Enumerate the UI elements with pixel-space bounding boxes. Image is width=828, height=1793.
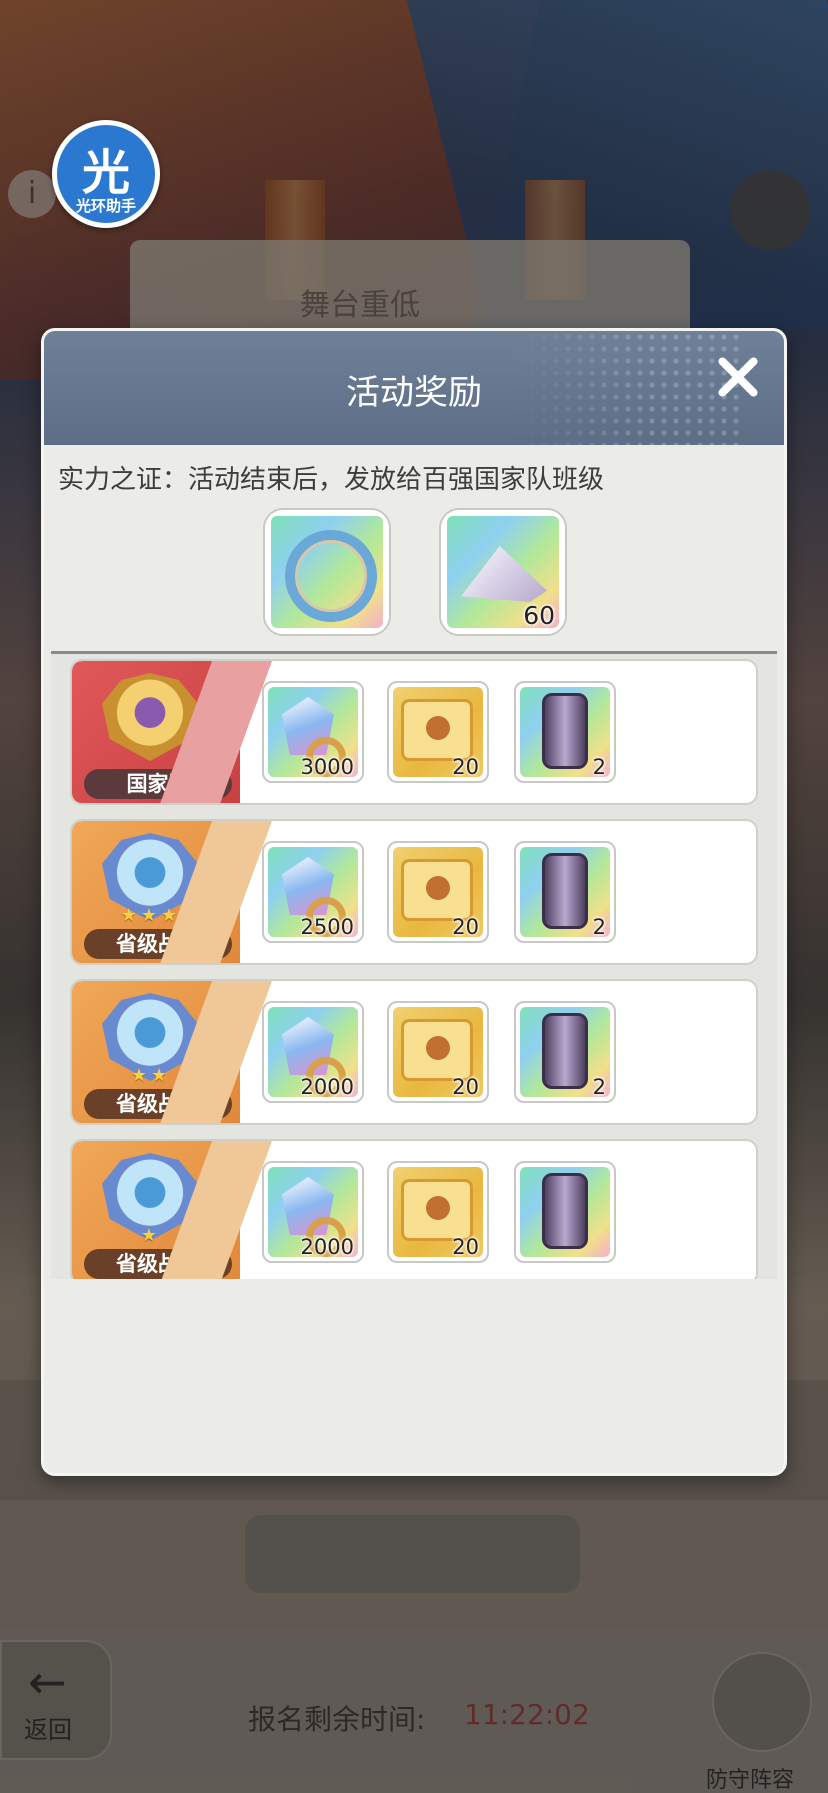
reward-slot[interactable]: 2 <box>514 1001 616 1103</box>
reward-qty: 20 <box>452 1235 479 1257</box>
modal-subtitle: 实力之证：活动结束后，发放给百强国家队班级 <box>58 465 605 495</box>
reward-qty: 2 <box>592 755 606 777</box>
reward-qty: 20 <box>452 915 479 937</box>
reward-slot[interactable] <box>514 1161 616 1263</box>
logo-glyph: 光 <box>81 145 130 201</box>
reward-qty: 3000 <box>300 755 354 777</box>
tier-reward-list[interactable]: 国家队 3000 20 2 ★★★ 省级战队 2500 20 2 ★★ 省级战队… <box>51 651 777 1279</box>
reward-slot[interactable]: 20 <box>387 841 489 943</box>
reward-qty: 20 <box>452 1075 479 1097</box>
logo-text: 光环助手 <box>75 197 136 215</box>
dna-tube-icon: 2 <box>520 847 610 937</box>
reward-slot[interactable]: 2 <box>514 681 616 783</box>
gold-ticket-icon: 20 <box>393 1167 483 1257</box>
reward-slot[interactable]: 2 <box>514 841 616 943</box>
crystal-ring-icon: 2000 <box>268 1167 358 1257</box>
reward-slot[interactable]: 20 <box>387 1161 489 1263</box>
tier-row: ★ 省级战队 2000 20 <box>70 1139 758 1279</box>
reward-slot[interactable]: 20 <box>387 1001 489 1103</box>
reward-qty: 2 <box>592 915 606 937</box>
reward-qty: 60 <box>523 601 555 628</box>
reward-qty: 2000 <box>300 1075 354 1097</box>
modal-title: 活动奖励 <box>346 373 482 413</box>
crystal-ring-icon: 2500 <box>268 847 358 937</box>
dna-tube-icon: 2 <box>520 1007 610 1097</box>
gold-ticket-icon: 20 <box>393 847 483 937</box>
dna-tube-icon <box>520 1167 610 1257</box>
top-reward-frame[interactable] <box>263 508 391 636</box>
close-icon[interactable] <box>710 349 766 405</box>
frame-wreath-icon <box>271 516 383 628</box>
top-reward-powder[interactable]: 60 <box>439 508 567 636</box>
tier-row: ★★ 省级战队 2000 20 2 <box>70 979 758 1125</box>
gold-ticket-icon: 20 <box>393 687 483 777</box>
tier-row: 国家队 3000 20 2 <box>70 659 758 805</box>
reward-slot[interactable]: 2000 <box>262 1161 364 1263</box>
crystal-ring-icon: 3000 <box>268 687 358 777</box>
reward-qty: 2500 <box>300 915 354 937</box>
reward-qty: 20 <box>452 755 479 777</box>
reward-slot[interactable]: 2500 <box>262 841 364 943</box>
gold-ticket-icon: 20 <box>393 1007 483 1097</box>
reward-qty: 2 <box>592 1075 606 1097</box>
reward-slot[interactable]: 20 <box>387 681 489 783</box>
modal-header: 活动奖励 <box>44 331 784 445</box>
app-logo[interactable]: 光 光环助手 <box>52 120 160 228</box>
reward-qty: 2000 <box>300 1235 354 1257</box>
dna-tube-icon: 2 <box>520 687 610 777</box>
reward-slot[interactable]: 2000 <box>262 1001 364 1103</box>
rewards-modal: 活动奖励 实力之证：活动结束后，发放给百强国家队班级 60 国家队 3000 2… <box>41 328 787 1476</box>
sparkle-powder-icon: 60 <box>447 516 559 628</box>
tier-row: ★★★ 省级战队 2500 20 2 <box>70 819 758 965</box>
crystal-ring-icon: 2000 <box>268 1007 358 1097</box>
reward-slot[interactable]: 3000 <box>262 681 364 783</box>
